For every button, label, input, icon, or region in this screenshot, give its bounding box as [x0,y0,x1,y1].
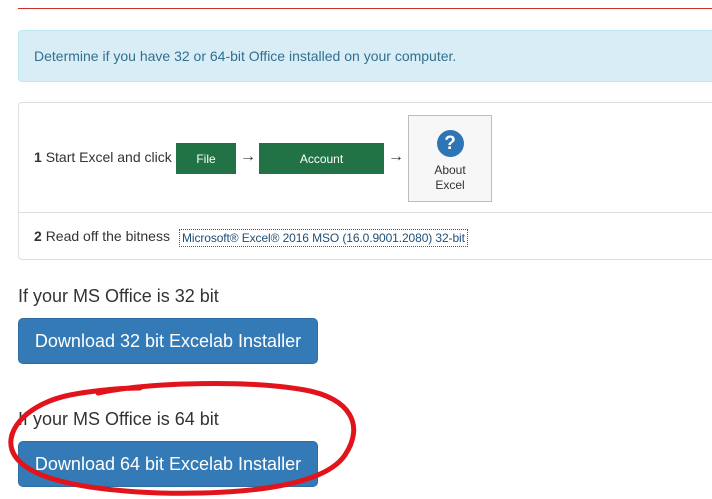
step-1-row: 1 Start Excel and click File → Account →… [19,103,712,213]
about-label-line2: Excel [435,178,465,192]
step-1-text: Start Excel and click [45,149,172,165]
step-1-number: 1 [34,149,42,165]
section-heading-32bit: If your MS Office is 32 bit [18,286,219,306]
account-menu-button: Account [259,143,384,174]
section-heading-64bit: If your MS Office is 64 bit [18,409,219,429]
account-button-label: Account [299,151,344,166]
top-divider [18,8,712,9]
file-button-label: File [196,151,216,166]
steps-panel: 1 Start Excel and click File → Account →… [18,102,712,260]
arrow-right-icon: → [240,148,256,165]
info-alert-text: Determine if you have 32 or 64-bit Offic… [34,48,457,64]
version-string: Microsoft® Excel® 2016 MSO (16.0.9001.20… [179,229,468,247]
download-64bit-label: Download 64 bit Excelab Installer [34,453,302,474]
download-64bit-button[interactable]: Download 64 bit Excelab Installer [18,441,318,487]
about-label-line1: About [434,163,466,177]
info-alert: Determine if you have 32 or 64-bit Offic… [18,30,712,82]
help-question-icon: ? [436,130,464,157]
file-menu-button: File [176,143,236,174]
step-2-number: 2 [34,228,42,244]
step-2-text: Read off the bitness [45,228,170,244]
step-2-row: 2 Read off the bitness Microsoft® Excel®… [19,213,712,260]
arrow-right-icon: → [388,148,404,165]
download-32bit-label: Download 32 bit Excelab Installer [34,330,302,351]
about-excel-tile: ? About Excel [408,115,492,202]
step-2-label: 2 Read off the bitness [34,228,170,244]
download-32bit-button[interactable]: Download 32 bit Excelab Installer [18,318,318,364]
about-excel-label: About Excel [420,163,480,193]
step-1-label: 1 Start Excel and click [34,149,172,165]
